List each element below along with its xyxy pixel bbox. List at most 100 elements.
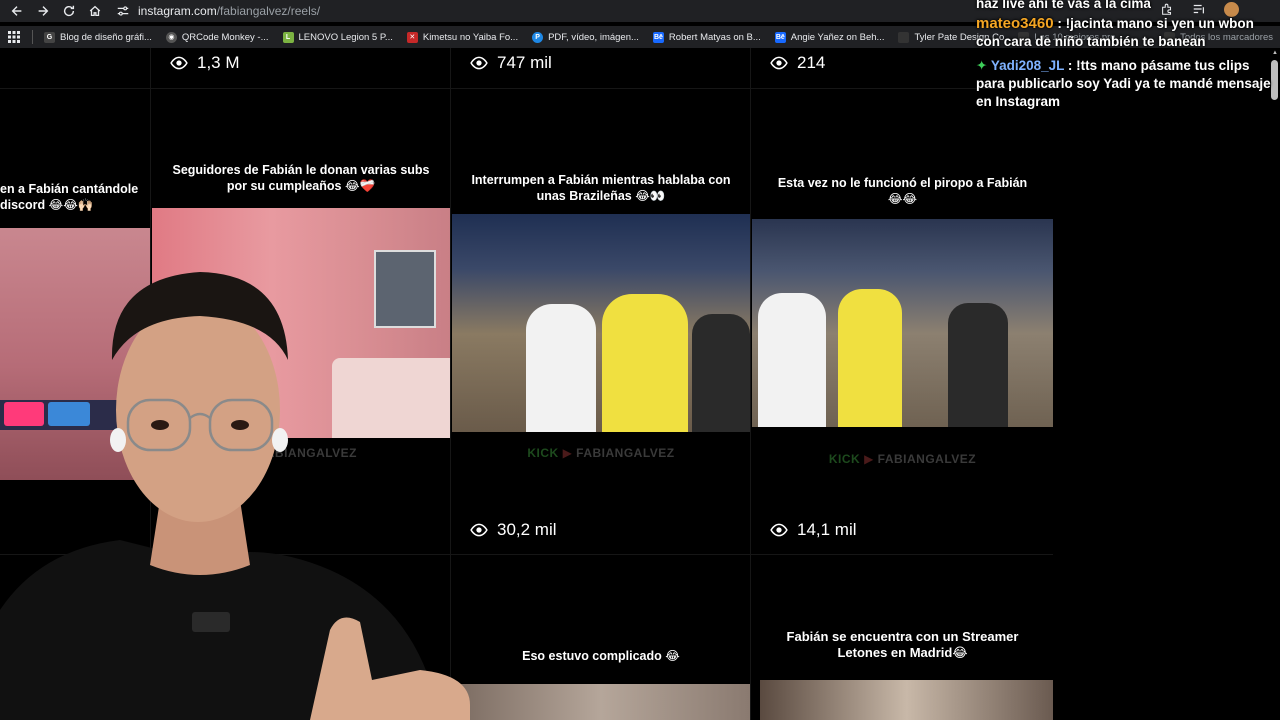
reel-thumbnail [752,219,1053,427]
kimetsu-icon: ✕ [406,31,418,43]
eye-icon [770,56,788,70]
reel-caption: Seguidores de Fabián le donan varias sub… [172,163,430,193]
url-host: instagram.com [138,4,217,18]
apps-grid-icon [8,31,20,43]
chat-message: haz live ahí te vas a la cima [976,0,1280,13]
reel-tile[interactable]: Interrumpen a Fabián mientras hablaba co… [452,90,750,554]
bookmark-item[interactable]: Bē Robert Matyas on B... [646,26,768,48]
top-shape [692,314,750,432]
reel-caption: Esta vez no le funcionó el piropo a Fabi… [777,176,1028,206]
chat-message-text: haz live ahí te vas a la cima [976,0,1151,11]
youtube-icon: ▶ [864,452,874,466]
grid-divider [750,48,751,720]
reel-tile[interactable]: Eso estuvo complicado 😂 [452,556,750,720]
eye-icon [770,523,788,537]
bookmark-label: Kimetsu no Yaiba Fo... [422,31,519,43]
forward-button[interactable] [30,0,56,22]
home-button[interactable] [82,0,108,22]
grid-divider [0,554,1053,555]
reel-tile[interactable]: Fabián se encuentra con un Streamer Leto… [752,556,1053,720]
reel-tile[interactable]: Esta vez no le funcionó el piropo a Fabi… [752,90,1053,554]
bookmark-item[interactable]: G Blog de diseño gráfi... [37,26,159,48]
view-count: 30,2 mil [470,520,557,540]
couch-shape [332,358,450,438]
grid-divider [0,88,1053,89]
reel-caption: Eso estuvo complicado 😂 [522,649,680,663]
stream-chat-overlay: haz live ahí te vas a la cima mateo3460 … [976,0,1280,140]
youtube-icon: ▶ [244,446,255,460]
eye-icon [470,523,488,537]
bookmark-item[interactable]: Bē Angie Yañez on Beh... [768,26,892,48]
bookmarks-divider [32,30,33,44]
url-path: /fabiangalvez/reels/ [216,4,321,18]
jersey-shape [838,289,902,427]
address-bar[interactable]: instagram.com/fabiangalvez/reels/ [116,0,320,22]
grid-divider [150,48,151,720]
view-count-text: 30,2 mil [497,520,557,539]
reload-button[interactable] [56,0,82,22]
eye-icon [170,56,188,70]
youtube-icon: ▶ [562,446,573,460]
lenovo-icon: L [282,31,294,43]
reel-thumbnail [760,680,1053,720]
eye-icon [470,56,488,70]
page-icon [898,31,910,43]
behance-icon: Bē [774,31,786,43]
webcam-inset [374,250,436,328]
view-count: 747 mil [470,53,552,73]
chat-badge-icon: ✦ [976,58,988,73]
chat-username: Yadi208_JL [990,58,1065,73]
reel-watermark: KICK ▶ FABIANGALVEZ [452,446,750,460]
cam-overlay [48,402,90,426]
site-info-icon[interactable] [116,4,130,18]
bookmark-item[interactable]: ✕ Kimetsu no Yaiba Fo... [400,26,525,48]
grid-divider [450,48,451,720]
reel-tile[interactable]: Seguidores de Fabián le donan varias sub… [152,90,450,554]
view-count-text: 14,1 mil [797,520,857,539]
behance-icon: Bē [652,31,664,43]
chat-username: mateo3460 [976,15,1054,32]
reel-thumbnail [452,684,750,720]
bookmark-label: Angie Yañez on Beh... [790,31,885,43]
bookmark-label: LENOVO Legion 5 P... [298,31,393,43]
back-button[interactable] [4,0,30,22]
discord-overlay [4,402,44,426]
view-count: 214 [770,53,825,73]
view-count: 1,3 M [170,53,240,73]
bookmark-label: Robert Matyas on B... [668,31,761,43]
view-count-text: 214 [797,53,826,72]
bookmark-item[interactable]: P PDF, vídeo, imágen... [525,26,646,48]
reel-tile[interactable]: 1,3 M [152,48,450,88]
google-icon: G [44,31,55,43]
bookmark-item[interactable]: ◉ QRCode Monkey -... [159,26,276,48]
shirt-shape [758,293,826,427]
reel-caption: Interrumpen a Fabián mientras hablaba co… [471,173,731,203]
reel-thumbnail [452,214,750,432]
arrow-right-icon [38,6,49,16]
shirt-shape [526,304,596,432]
bookmark-item[interactable]: L LENOVO Legion 5 P... [276,26,400,48]
view-count-text: 747 mil [497,53,552,72]
kick-logo-text: KICK [828,452,861,466]
bookmark-label: Blog de diseño gráfi... [60,31,152,43]
reel-watermark: ▶ FABIANGALVEZ [152,446,450,460]
watermark-text: FABIANGALVEZ [258,446,358,460]
chat-message: ✦ Yadi208_JL : !tts mano pásame tus clip… [976,57,1280,111]
reload-icon [63,5,75,17]
watermark-text: FABIANGALVEZ [576,446,675,460]
top-shape [948,303,1008,427]
apps-button[interactable] [0,31,28,43]
chat-message: mateo3460 : !jacinta mano si yen un wbon… [976,15,1280,51]
reel-thumbnail [0,228,150,480]
view-count-text: 1,3 M [197,53,240,72]
bookmark-label: QRCode Monkey -... [181,31,269,43]
bookmark-label: PDF, vídeo, imágen... [548,31,639,43]
reel-thumbnail [152,208,450,438]
reel-tile[interactable]: 747 mil [452,48,750,88]
reel-tile[interactable] [0,48,150,88]
arrow-left-icon [11,6,22,16]
reels-grid: 1,3 M 747 mil 214 en a Fabián cantándole… [0,48,1054,720]
jersey-shape [602,294,688,432]
reel-tile[interactable]: en a Fabián cantándole discord 😂😂🙌🏻 [0,90,150,554]
pdf-icon: P [532,31,544,43]
